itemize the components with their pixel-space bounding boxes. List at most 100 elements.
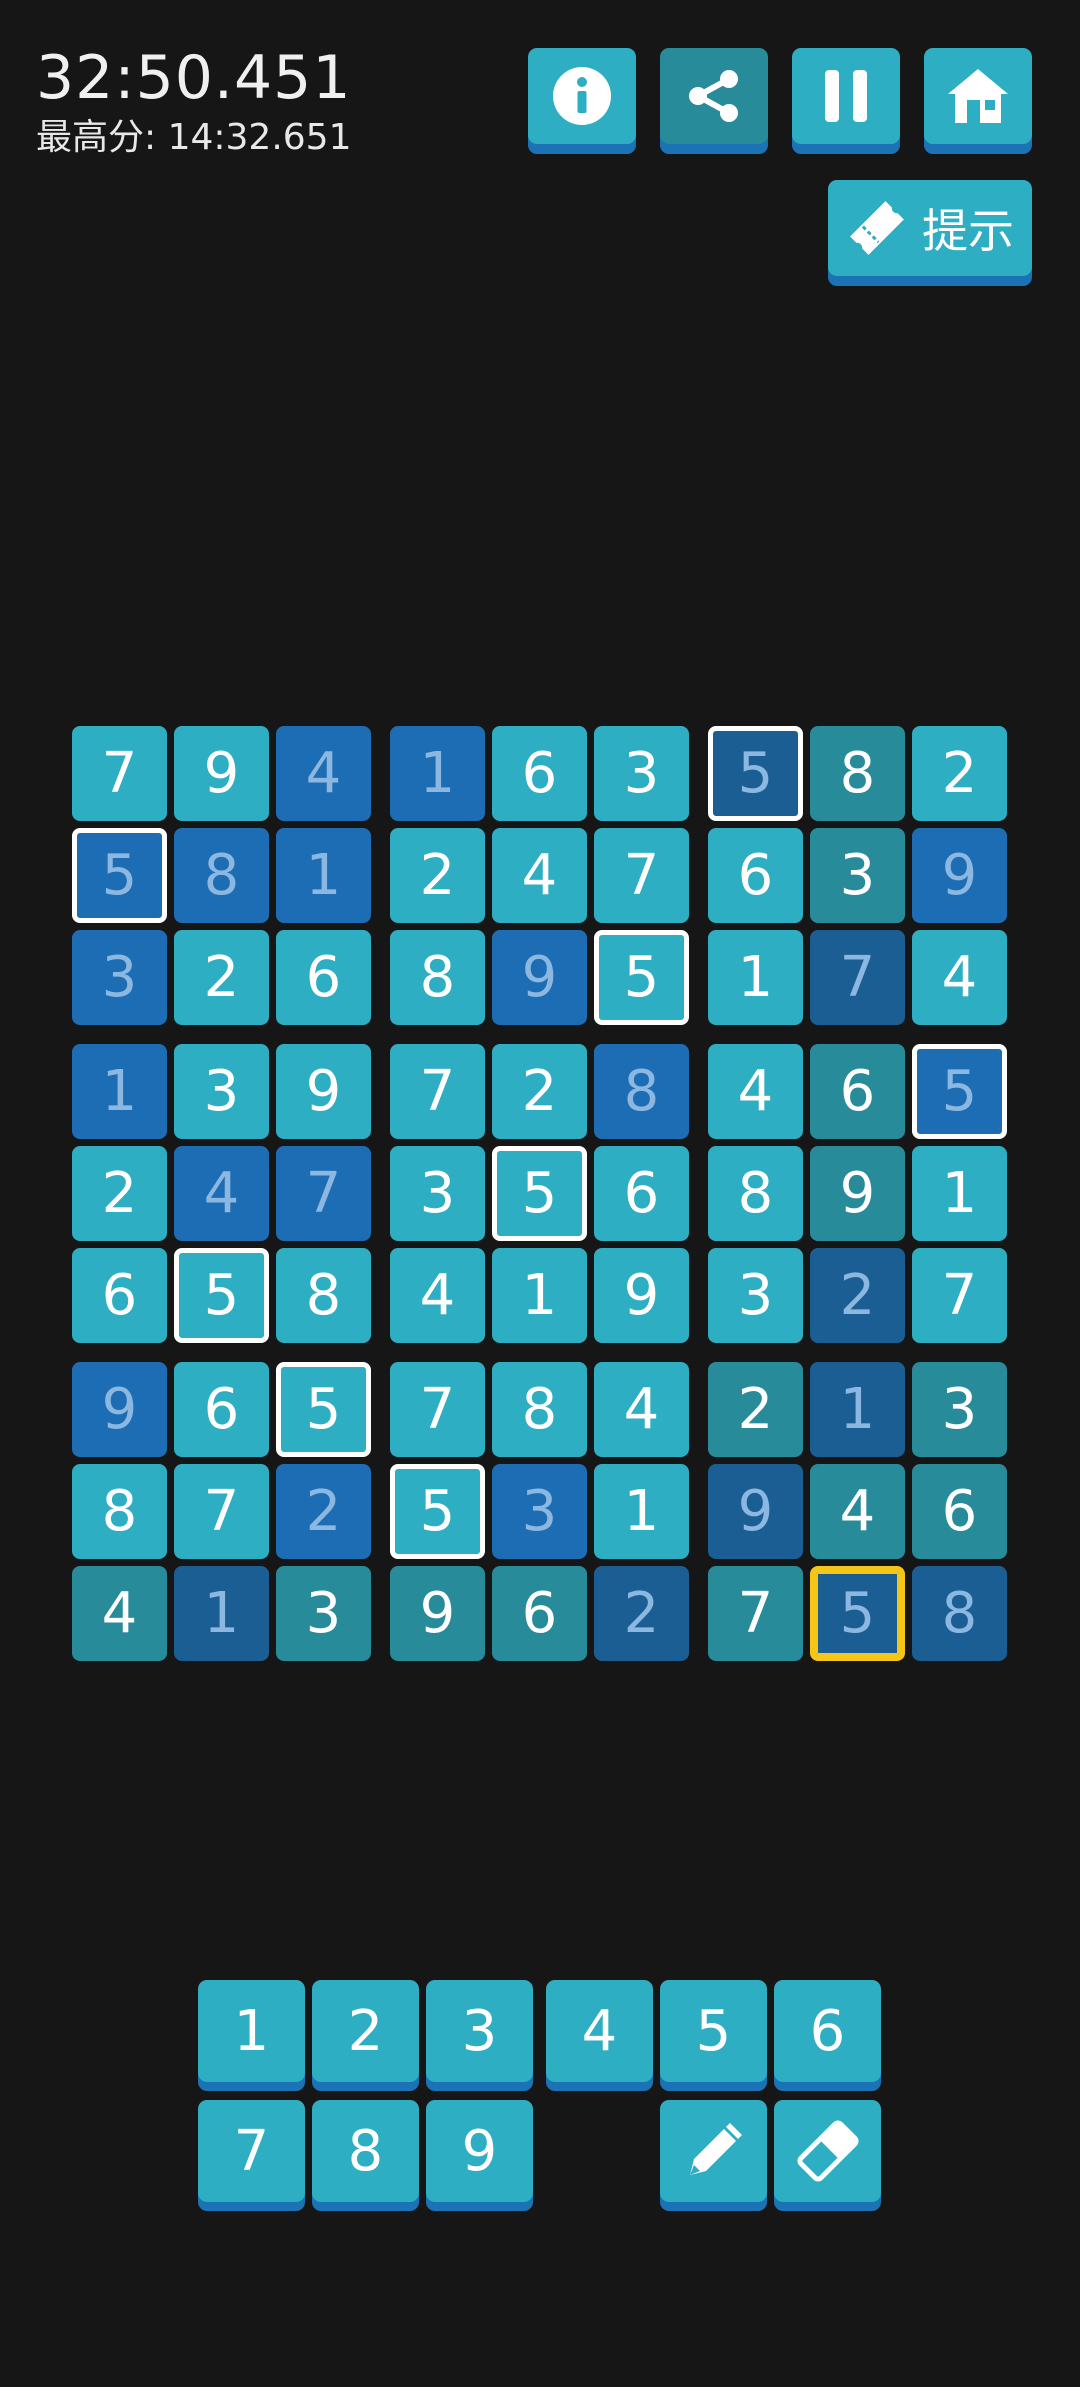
cell-r7-c7[interactable]: 2 — [708, 1362, 803, 1457]
share-button[interactable] — [660, 48, 768, 144]
number-4-button[interactable]: 4 — [546, 1980, 653, 2082]
cell-r1-c9[interactable]: 2 — [912, 726, 1007, 821]
number-1-button[interactable]: 1 — [198, 1980, 305, 2082]
cell-r2-c7[interactable]: 6 — [708, 828, 803, 923]
cell-r6-c3[interactable]: 8 — [276, 1248, 371, 1343]
cell-r8-c3[interactable]: 2 — [276, 1464, 371, 1559]
number-8-button[interactable]: 8 — [312, 2100, 419, 2202]
pencil-button[interactable] — [660, 2100, 767, 2202]
cell-r7-c8[interactable]: 1 — [810, 1362, 905, 1457]
cell-r5-c4[interactable]: 3 — [390, 1146, 485, 1241]
cell-r9-c4[interactable]: 9 — [390, 1566, 485, 1661]
cell-r3-c6[interactable]: 5 — [594, 930, 689, 1025]
number-9-button[interactable]: 9 — [426, 2100, 533, 2202]
cell-r7-c2[interactable]: 6 — [174, 1362, 269, 1457]
cell-r3-c1[interactable]: 3 — [72, 930, 167, 1025]
cell-r9-c1[interactable]: 4 — [72, 1566, 167, 1661]
pause-button[interactable] — [792, 48, 900, 144]
cell-r1-c4[interactable]: 1 — [390, 726, 485, 821]
cell-r5-c1[interactable]: 2 — [72, 1146, 167, 1241]
cell-r1-c5[interactable]: 6 — [492, 726, 587, 821]
cell-r7-c3[interactable]: 5 — [276, 1362, 371, 1457]
cell-r8-c7[interactable]: 9 — [708, 1464, 803, 1559]
best-score: 最高分: 14:32.651 — [36, 117, 352, 158]
cell-r7-c1[interactable]: 9 — [72, 1362, 167, 1457]
cell-r1-c6[interactable]: 3 — [594, 726, 689, 821]
cell-r6-c4[interactable]: 4 — [390, 1248, 485, 1343]
cell-r3-c7[interactable]: 1 — [708, 930, 803, 1025]
cell-r9-c9[interactable]: 8 — [912, 1566, 1007, 1661]
cell-r3-c4[interactable]: 8 — [390, 930, 485, 1025]
cell-r4-c1[interactable]: 1 — [72, 1044, 167, 1139]
cell-r9-c7[interactable]: 7 — [708, 1566, 803, 1661]
number-6-button[interactable]: 6 — [774, 1980, 881, 2082]
pause-icon — [825, 70, 867, 122]
number-3-button[interactable]: 3 — [426, 1980, 533, 2082]
cell-r2-c2[interactable]: 8 — [174, 828, 269, 923]
cell-r1-c7[interactable]: 5 — [708, 726, 803, 821]
cell-r4-c4[interactable]: 7 — [390, 1044, 485, 1139]
cell-r5-c2[interactable]: 4 — [174, 1146, 269, 1241]
cell-r2-c6[interactable]: 7 — [594, 828, 689, 923]
cell-r4-c2[interactable]: 3 — [174, 1044, 269, 1139]
cell-r6-c9[interactable]: 7 — [912, 1248, 1007, 1343]
cell-r1-c1[interactable]: 7 — [72, 726, 167, 821]
cell-r4-c7[interactable]: 4 — [708, 1044, 803, 1139]
cell-r4-c3[interactable]: 9 — [276, 1044, 371, 1139]
home-button[interactable] — [924, 48, 1032, 144]
cell-r6-c8[interactable]: 2 — [810, 1248, 905, 1343]
cell-r7-c4[interactable]: 7 — [390, 1362, 485, 1457]
cell-r2-c3[interactable]: 1 — [276, 828, 371, 923]
cell-r6-c6[interactable]: 9 — [594, 1248, 689, 1343]
cell-r6-c1[interactable]: 6 — [72, 1248, 167, 1343]
cell-r5-c7[interactable]: 8 — [708, 1146, 803, 1241]
cell-r1-c2[interactable]: 9 — [174, 726, 269, 821]
number-7-button[interactable]: 7 — [198, 2100, 305, 2202]
cell-r2-c8[interactable]: 3 — [810, 828, 905, 923]
hint-button[interactable]: 提示 — [828, 180, 1032, 276]
cell-r8-c5[interactable]: 3 — [492, 1464, 587, 1559]
cell-r3-c2[interactable]: 2 — [174, 930, 269, 1025]
info-button[interactable] — [528, 48, 636, 144]
cell-r2-c9[interactable]: 9 — [912, 828, 1007, 923]
cell-r2-c5[interactable]: 4 — [492, 828, 587, 923]
cell-r5-c6[interactable]: 6 — [594, 1146, 689, 1241]
cell-r9-c2[interactable]: 1 — [174, 1566, 269, 1661]
cell-r8-c9[interactable]: 6 — [912, 1464, 1007, 1559]
cell-r7-c5[interactable]: 8 — [492, 1362, 587, 1457]
cell-r2-c4[interactable]: 2 — [390, 828, 485, 923]
cell-r1-c8[interactable]: 8 — [810, 726, 905, 821]
cell-r8-c1[interactable]: 8 — [72, 1464, 167, 1559]
cell-r9-c6[interactable]: 2 — [594, 1566, 689, 1661]
cell-r8-c8[interactable]: 4 — [810, 1464, 905, 1559]
number-5-button[interactable]: 5 — [660, 1980, 767, 2082]
cell-r8-c6[interactable]: 1 — [594, 1464, 689, 1559]
cell-r6-c7[interactable]: 3 — [708, 1248, 803, 1343]
cell-r9-c5[interactable]: 6 — [492, 1566, 587, 1661]
cell-r3-c8[interactable]: 7 — [810, 930, 905, 1025]
eraser-button[interactable] — [774, 2100, 881, 2202]
cell-r7-c9[interactable]: 3 — [912, 1362, 1007, 1457]
number-2-button[interactable]: 2 — [312, 1980, 419, 2082]
cell-r2-c1[interactable]: 5 — [72, 828, 167, 923]
cell-r5-c5[interactable]: 5 — [492, 1146, 587, 1241]
cell-r3-c5[interactable]: 9 — [492, 930, 587, 1025]
cell-r6-c2[interactable]: 5 — [174, 1248, 269, 1343]
cell-r7-c6[interactable]: 4 — [594, 1362, 689, 1457]
cell-r9-c3[interactable]: 3 — [276, 1566, 371, 1661]
cell-r5-c3[interactable]: 7 — [276, 1146, 371, 1241]
cell-r8-c2[interactable]: 7 — [174, 1464, 269, 1559]
cell-r4-c5[interactable]: 2 — [492, 1044, 587, 1139]
cell-r6-c5[interactable]: 1 — [492, 1248, 587, 1343]
cell-r4-c9[interactable]: 5 — [912, 1044, 1007, 1139]
cell-r1-c3[interactable]: 4 — [276, 726, 371, 821]
cell-r3-c9[interactable]: 4 — [912, 930, 1007, 1025]
cell-r5-c9[interactable]: 1 — [912, 1146, 1007, 1241]
cell-r4-c8[interactable]: 6 — [810, 1044, 905, 1139]
cell-r5-c8[interactable]: 9 — [810, 1146, 905, 1241]
cell-r9-c8[interactable]: 5 — [810, 1566, 905, 1661]
cell-r4-c6[interactable]: 8 — [594, 1044, 689, 1139]
cell-r3-c3[interactable]: 6 — [276, 930, 371, 1025]
cell-r8-c4[interactable]: 5 — [390, 1464, 485, 1559]
hint-label: 提示 — [922, 204, 1014, 258]
